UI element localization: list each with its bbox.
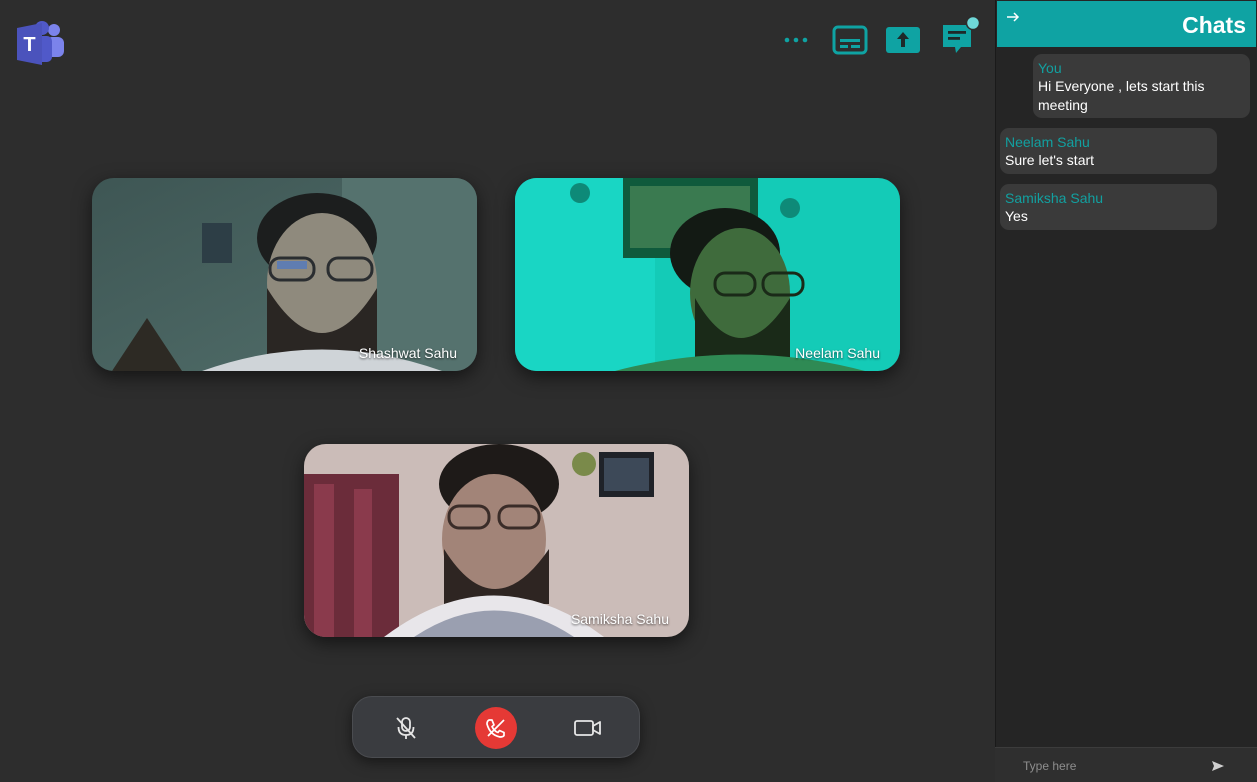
share-screen-icon [886, 27, 920, 53]
chat-message: Samiksha Sahu Yes [1000, 184, 1217, 230]
teams-logo-icon: T [16, 20, 66, 68]
chat-input-bar [995, 747, 1257, 782]
svg-text:T: T [23, 34, 35, 56]
meeting-area: T Shashwat Sahu Neelam Sahu Samiksha Sah… [0, 0, 995, 782]
collapse-chat-button[interactable] [1005, 9, 1021, 25]
end-call-button[interactable] [475, 707, 517, 749]
more-horizontal-icon [784, 37, 808, 43]
chat-title: Chats [1182, 12, 1246, 38]
mute-button[interactable] [385, 707, 427, 749]
app-window: T Shashwat Sahu Neelam Sahu Samiksha Sah… [0, 0, 1257, 782]
chat-message: You Hi Everyone , lets start this meetin… [1033, 54, 1250, 118]
message-sender: Neelam Sahu [1005, 134, 1090, 150]
notification-dot [965, 15, 981, 31]
participant-name: Samiksha Sahu [570, 611, 669, 627]
share-screen-button[interactable] [886, 27, 920, 53]
camera-toggle-button[interactable] [567, 707, 609, 749]
message-sender: Samiksha Sahu [1005, 190, 1104, 206]
mic-off-icon [396, 717, 416, 739]
participant-tile: Shashwat Sahu [92, 178, 477, 371]
call-controls-bar [352, 696, 640, 758]
end-call-icon [486, 719, 505, 738]
video-feed [304, 444, 689, 637]
chat-icon [943, 15, 981, 53]
send-message-button[interactable] [1210, 758, 1226, 774]
message-text: Sure let's start [1005, 152, 1095, 168]
chat-message: Neelam Sahu Sure let's start [1000, 128, 1217, 174]
participant-tile: Neelam Sahu [515, 178, 900, 371]
message-text: Yes [1005, 208, 1028, 224]
video-feed [515, 178, 900, 371]
arrow-right-icon [1007, 12, 1020, 22]
message-sender: You [1038, 60, 1062, 76]
video-feed [92, 178, 477, 371]
message-text: Hi Everyone , lets start this meeting [1038, 78, 1205, 113]
send-icon [1212, 761, 1224, 771]
captions-button[interactable] [832, 25, 868, 55]
chat-message-input[interactable] [1023, 756, 1193, 776]
toggle-chat-button[interactable] [941, 15, 983, 57]
video-camera-icon [574, 720, 601, 736]
participant-name: Shashwat Sahu [358, 345, 457, 361]
captions-icon [832, 25, 868, 55]
participant-tile: Samiksha Sahu [304, 444, 689, 637]
chat-header: Chats [997, 1, 1256, 47]
participant-name: Neelam Sahu [795, 345, 880, 361]
more-options-button[interactable] [783, 30, 809, 50]
